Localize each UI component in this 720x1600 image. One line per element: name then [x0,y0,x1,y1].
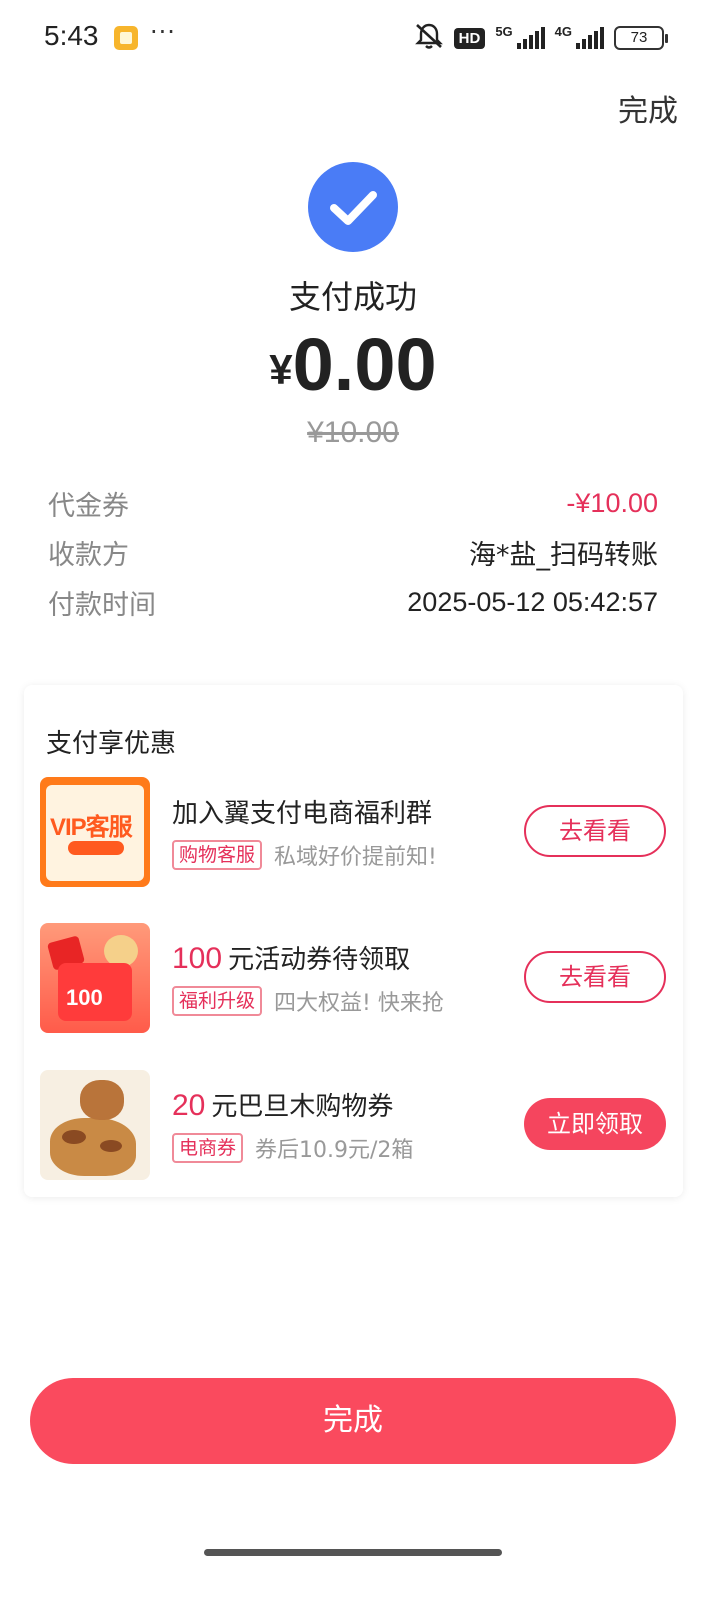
done-button[interactable]: 完成 [30,1378,676,1464]
promo-item-title: 加入翼支付电商福利群 [172,799,433,829]
promo-item-almond[interactable]: 20 元巴旦木购物券 电商券 券后10.9元/2箱 立即领取 [40,1070,668,1180]
paid-amount: ¥0.00 [0,322,706,407]
promo-item-vip[interactable]: VIP客服 加入翼支付电商福利群 购物客服 私域好价提前知! 去看看 [40,777,668,887]
original-amount: ¥10.00 [307,416,399,449]
thumb-text: VIP客服 [50,814,133,841]
coupon-thumbnail: 100 [40,923,150,1033]
more-notifications-icon: ··· [150,18,176,46]
promo-tag: 购物客服 [172,840,263,870]
promo-title-text: 元巴旦木购物券 [211,1092,394,1122]
app-notification-icon [114,26,138,50]
promo-tag: 福利升级 [172,986,263,1016]
promo-subtitle: 私域好价提前知! [274,845,437,870]
claim-now-button[interactable]: 立即领取 [524,1098,666,1150]
detail-label: 收款方 [48,539,129,571]
promo-subtitle: 四大权益! 快来抢 [274,991,444,1016]
payment-status: 支付成功 [288,278,417,316]
view-button[interactable]: 去看看 [524,951,666,1003]
success-check-icon [308,162,398,252]
detail-label: 代金券 [48,490,129,522]
mute-icon [414,22,444,54]
detail-row-voucher: 代金券 -¥10.00 [48,483,658,523]
promo-tag: 电商券 [172,1133,244,1163]
promo-item-subline: 电商券 券后10.9元/2箱 [172,1132,413,1164]
signal-icon-2 [576,27,604,49]
promo-highlight: 20 [172,1089,206,1122]
detail-label: 付款时间 [48,589,156,621]
promo-card: 支付享优惠 VIP客服 加入翼支付电商福利群 购物客服 私域好价提前知! 去看看… [24,685,683,1197]
promo-item-subline: 福利升级 四大权益! 快来抢 [172,985,444,1017]
detail-value: 海*盐_扫码转账 [469,539,658,571]
vip-service-thumbnail: VIP客服 [40,777,150,887]
paid-amount-value: 0.00 [292,323,437,406]
signal-icon [516,27,545,49]
view-button[interactable]: 去看看 [524,805,666,857]
network-5g-label: 5G [495,23,513,39]
promo-item-subline: 购物客服 私域好价提前知! [172,839,437,871]
header-done-button[interactable]: 完成 [618,86,678,130]
status-icons: HD 5G 4G 73 [414,22,668,54]
detail-row-payee: 收款方 海*盐_扫码转账 [48,532,658,572]
promo-subtitle: 券后10.9元/2箱 [255,1138,414,1163]
battery-icon: 73 [614,26,668,50]
promo-title: 支付享优惠 [46,729,177,759]
hd-voice-icon: HD [453,27,486,49]
almond-snack-thumbnail [40,1070,150,1180]
detail-value: -¥10.00 [566,487,658,518]
promo-item-title: 20 元巴旦木购物券 [172,1086,393,1123]
promo-title-text: 元活动券待领取 [228,945,411,975]
status-bar: 5:43 ··· HD 5G 4G 73 [0,0,720,80]
network-4g-label: 4G [554,23,572,39]
thumb-text: 100 [66,985,103,1010]
detail-value: 2025-05-12 05:42:57 [407,586,658,617]
home-indicator[interactable] [204,1549,502,1556]
detail-row-time: 付款时间 2025-05-12 05:42:57 [48,582,658,622]
promo-item-coupon[interactable]: 100 100 元活动券待领取 福利升级 四大权益! 快来抢 去看看 [40,923,668,1033]
promo-highlight: 100 [172,942,223,975]
currency-symbol: ¥ [269,346,293,393]
promo-item-title: 100 元活动券待领取 [172,939,410,976]
status-time: 5:43 [44,20,99,51]
